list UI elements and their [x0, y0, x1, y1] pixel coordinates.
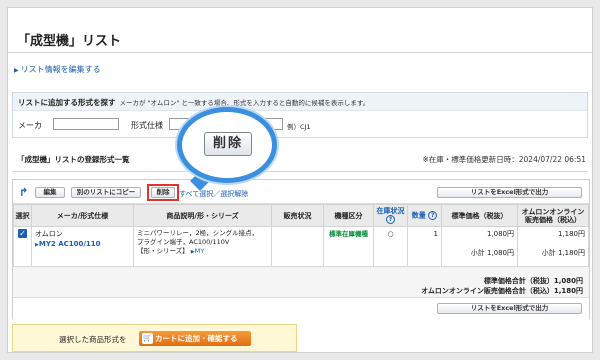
copy-button[interactable]: 別のリストにコピー: [71, 187, 141, 198]
row-checkbox[interactable]: ✓: [18, 229, 27, 238]
divider: [8, 52, 592, 53]
desc-cell: ミニパワーリレー，2極，シングル接点， プラグイン端子，AC100/110V 【…: [133, 226, 272, 267]
col-sales: 販売状況: [271, 204, 324, 227]
model-name: MY2 AC100/110: [38, 240, 101, 248]
col-desc: 商品説明/形・シリーズ: [133, 204, 272, 227]
magnifier-callout: 削除: [177, 107, 277, 183]
spec-label: 形式仕様: [131, 121, 163, 130]
turn-arrow-icon: ↱: [19, 186, 29, 199]
add-to-cart-button[interactable]: 🛒 カートに追加・確認する: [139, 331, 251, 346]
qty-header-label: 数量: [411, 211, 426, 220]
search-heading: リストに追加する形式を探す メーカが "オムロン" と一致する場合、形式を入力する…: [13, 93, 587, 111]
search-heading-label: リストに追加する形式を探す: [18, 98, 116, 107]
list-table-wrapper: ↱ 編集 別のリストにコピー 削除 すべて選択／選択解除 リストをExcel形式…: [12, 179, 590, 319]
table-header-row: 選択 メーカ/形式仕様 商品説明/形・シリーズ 販売状況 機種区分 在庫状況 ?…: [13, 204, 589, 227]
delete-highlight: [147, 184, 179, 201]
maker-name: オムロン: [35, 230, 63, 238]
cart-icon: 🛒: [142, 333, 153, 344]
desc-line: プラグイン端子，AC100/110V: [137, 238, 230, 246]
sales-cell: [271, 226, 324, 267]
desc-line: ミニパワーリレー，2極，シングル接点，: [137, 229, 259, 237]
excel-export-button[interactable]: リストをExcel形式で出力: [437, 187, 582, 198]
col-std-price: 標準価格（税抜）: [441, 204, 518, 227]
edit-link-label: リスト情報を編集する: [20, 65, 101, 74]
page-title: 「成型機」リスト: [17, 34, 122, 49]
product-table: 選択 メーカ/形式仕様 商品説明/形・シリーズ 販売状況 機種区分 在庫状況 ?…: [13, 204, 589, 267]
model-link[interactable]: ▶MY2 AC100/110: [35, 239, 130, 250]
excel-export-button[interactable]: リストをExcel形式で出力: [437, 303, 582, 314]
col-select: 選択: [13, 204, 32, 227]
col-maker: メーカ/形式仕様: [31, 204, 134, 227]
desc-line-series: 【形・シリーズ】 ▶MY: [137, 247, 268, 257]
qty-cell: 1: [407, 226, 442, 267]
search-box: リストに追加する形式を探す メーカが "オムロン" と一致する場合、形式を入力する…: [12, 92, 588, 138]
cart-button-label: カートに追加・確認する: [155, 334, 238, 343]
magnified-delete-button: 削除: [204, 132, 252, 156]
col-qty: 数量 ?: [407, 204, 442, 227]
maker-cell: オムロン ▶MY2 AC100/110: [31, 226, 134, 267]
table-row: ✓ オムロン ▶MY2 AC100/110 ミニパワーリレー，2極，シングル接点…: [13, 226, 589, 267]
update-timestamp: ※在庫・標準価格更新日時：2024/07/22 06:51: [422, 155, 586, 164]
online-price: 1,180円: [557, 230, 585, 238]
category-cell: 標準在庫機種: [323, 226, 374, 267]
std-subtotal: 小計 1,080円: [470, 249, 514, 257]
online-total: オムロンオンライン販売価格合計（税込）1,180円: [421, 287, 583, 295]
search-hint: メーカが "オムロン" と一致する場合、形式を入力すると自動的に候補を表示します…: [119, 99, 370, 107]
maker-label: メーカ: [18, 121, 42, 130]
row-select-cell: ✓: [13, 226, 32, 267]
col-category: 機種区分: [323, 204, 374, 227]
list-heading: 「成型機」リストの登録形式一覧: [17, 155, 130, 164]
top-toolbar: ↱ 編集 別のリストにコピー 削除 すべて選択／選択解除 リストをExcel形式…: [13, 180, 589, 204]
help-icon[interactable]: ?: [386, 215, 395, 224]
series-link[interactable]: ▶MY: [191, 247, 204, 255]
totals-block: 標準価格合計（税抜）1,080円 オムロンオンライン販売価格合計（税込）1,18…: [421, 276, 583, 296]
desc-line: 【形・シリーズ】: [137, 247, 189, 255]
cart-bar: 選択した商品形式を 🛒 カートに追加・確認する: [12, 324, 297, 352]
std-price: 1,080円: [486, 230, 514, 238]
col-online-price: オムロンオンライン販売価格（税込）: [517, 204, 589, 227]
maker-input[interactable]: [53, 118, 119, 130]
online-subtotal: 小計 1,180円: [541, 249, 585, 257]
category-badge: 標準在庫機種: [329, 230, 368, 238]
stock-cell: ○: [373, 226, 408, 267]
arrow-right-icon: ▶: [14, 67, 19, 74]
bottom-toolbar: リストをExcel形式で出力: [13, 297, 589, 319]
cart-text: 選択した商品形式を: [59, 335, 127, 344]
help-icon[interactable]: ?: [428, 211, 438, 220]
select-all-link[interactable]: すべて選択／選択解除: [179, 189, 248, 199]
std-price-cell: 1,080円 小計 1,080円: [441, 226, 518, 267]
col-stock: 在庫状況 ?: [373, 204, 408, 227]
example-hint: 例）CJ1: [287, 123, 311, 131]
list-panel: 「成型機」リスト ▶ リスト情報を編集する リストに追加する形式を探す メーカが "…: [7, 7, 593, 353]
divider: [12, 171, 588, 172]
stock-header-label: 在庫状況: [376, 207, 405, 215]
series-name: MY: [194, 247, 205, 255]
edit-button[interactable]: 編集: [35, 187, 65, 198]
edit-list-link[interactable]: ▶ リスト情報を編集する: [14, 64, 101, 75]
online-price-cell: 1,180円 小計 1,180円: [517, 226, 589, 267]
std-total: 標準価格合計（税抜）1,080円: [483, 277, 583, 285]
